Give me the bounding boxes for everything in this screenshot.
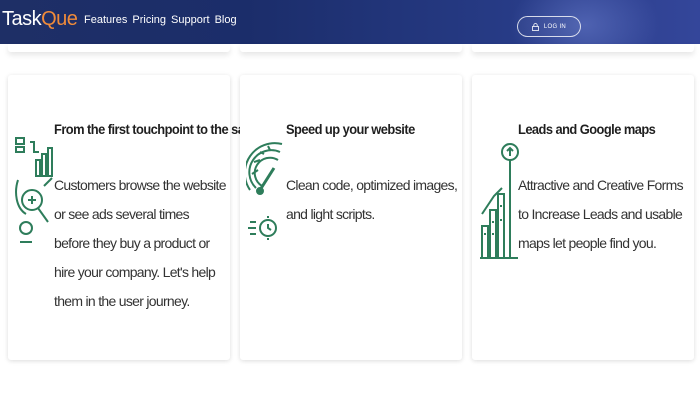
- previous-card-edge: [472, 44, 694, 52]
- nav-blog[interactable]: Blog: [215, 14, 237, 26]
- growth-chart-icon: [478, 130, 520, 260]
- logo[interactable]: Task Que: [2, 6, 78, 32]
- nav-pricing[interactable]: Pricing: [132, 14, 166, 26]
- logo-text-task: Task: [2, 7, 42, 30]
- speedometer-icon: [243, 130, 288, 260]
- nav-features[interactable]: Features: [84, 14, 127, 26]
- card-title: Speed up your website: [286, 121, 415, 137]
- top-navbar: Task Que Features Pricing Support Blog LO…: [0, 0, 700, 44]
- previous-card-edge: [8, 44, 230, 52]
- nav-support[interactable]: Support: [171, 14, 210, 26]
- card-title: Leads and Google maps: [518, 121, 656, 137]
- main-nav: Features Pricing Support Blog: [84, 14, 237, 26]
- card-description: Customers browse the website or see ads …: [54, 177, 227, 309]
- card-description: Clean code, optimized images, and light …: [286, 177, 458, 222]
- feature-card-speed: Speed up your website Clean code, optimi…: [240, 75, 462, 360]
- logo-text-que: Que: [41, 7, 78, 30]
- login-button[interactable]: LOG IN: [517, 16, 581, 37]
- card-title: From the first touchpoint to the sale: [54, 121, 255, 137]
- feature-card-leads: Leads and Google maps Attractive and Cre…: [472, 75, 694, 360]
- lock-icon: [532, 22, 540, 31]
- feature-card-journey: From the first touchpoint to the sale Cu…: [8, 75, 255, 360]
- customer-journey-icon: [14, 130, 56, 260]
- previous-card-edge: [240, 44, 462, 52]
- login-label: LOG IN: [543, 23, 567, 30]
- card-description: Attractive and Creative Forms to Increas…: [518, 177, 684, 251]
